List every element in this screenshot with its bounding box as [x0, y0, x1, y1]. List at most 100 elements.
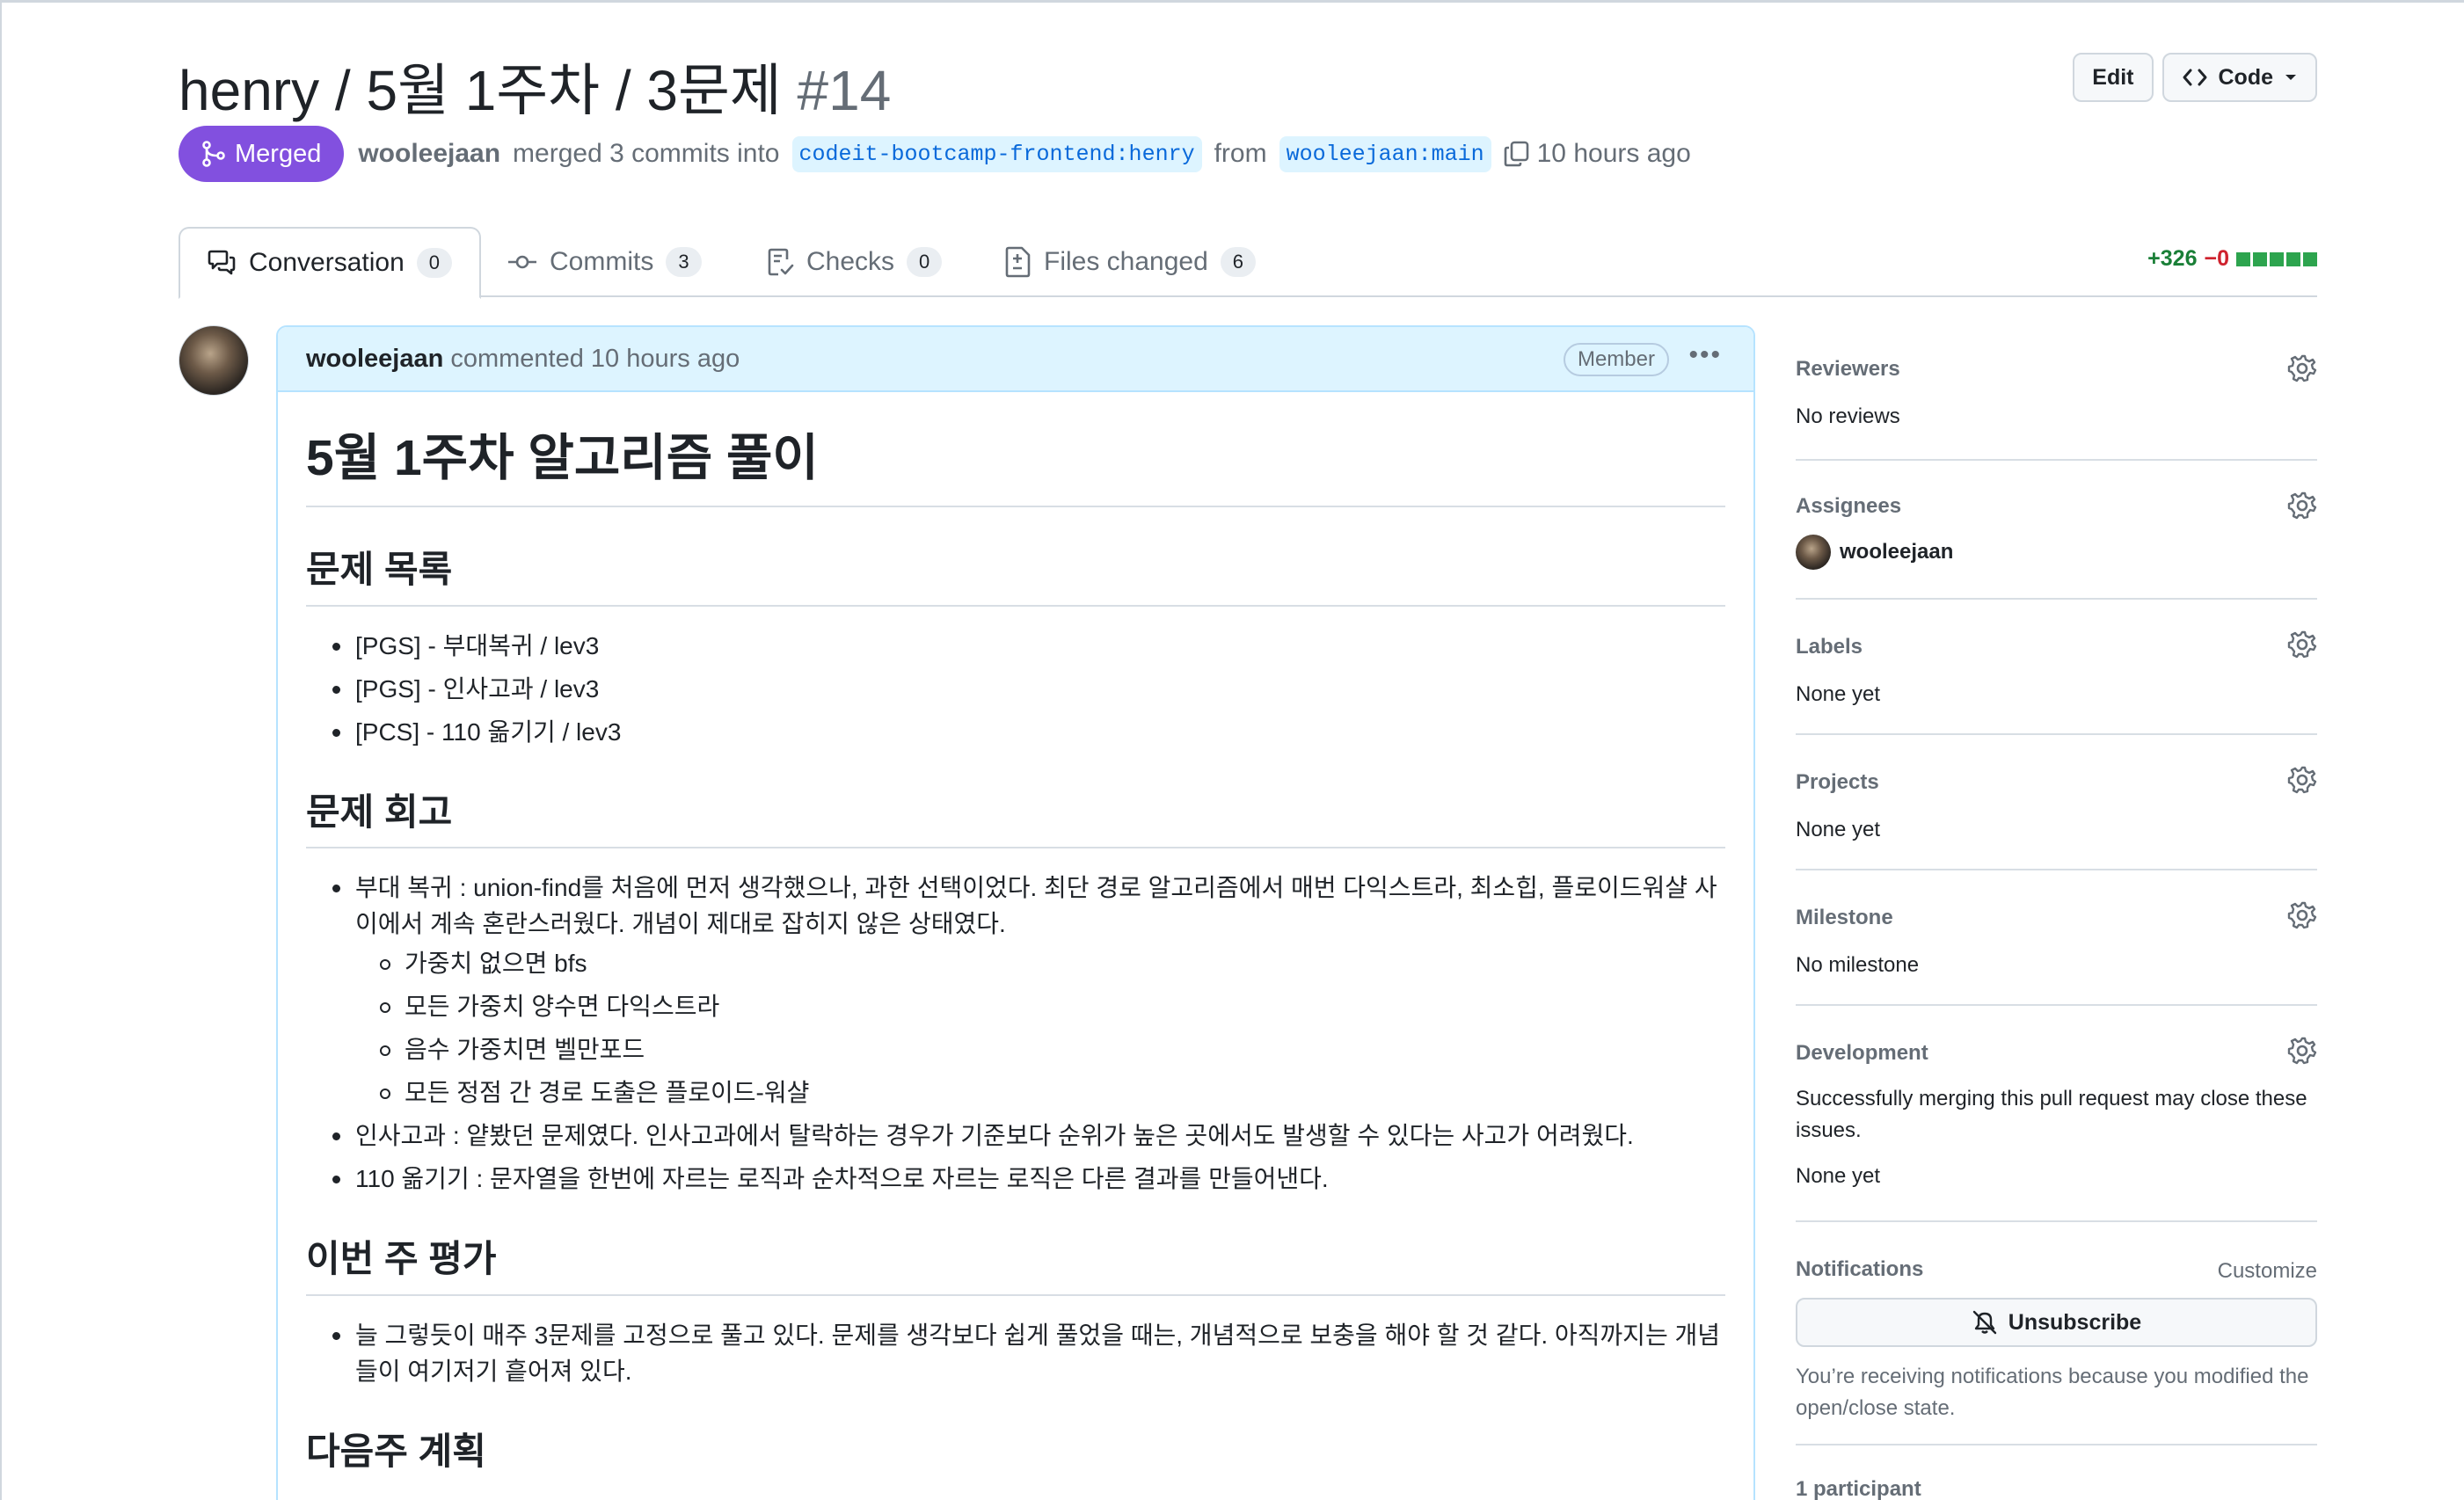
diffstat-blocks [2236, 251, 2317, 266]
tab-count: 0 [416, 248, 453, 278]
sidebar-assignees: Assignees wooleejaan [1796, 461, 2317, 600]
list-item: 인사고과 : 얕봤던 문제였다. 인사고과에서 탈락하는 경우가 기준보다 순위… [306, 1118, 1725, 1154]
diffstat: +326 −0 [2147, 246, 2317, 272]
merge-icon [202, 141, 225, 167]
pr-meta: Merged wooleejaan merged 3 commits into … [179, 126, 1691, 182]
sidebar-value: None yet [1796, 682, 1881, 706]
author-link[interactable]: wooleejaan [358, 139, 500, 169]
sub-list-item: 가중치 없으면 bfs [355, 945, 1725, 981]
sub-list-item: 모든 정점 간 경로 도출은 플로이드-워샬 [355, 1074, 1725, 1110]
gear-icon[interactable] [2287, 1036, 2317, 1066]
tab-count: 0 [907, 247, 943, 277]
sidebar-value: None yet [1796, 1164, 1881, 1188]
evaluation-list: 늘 그렇듯이 매주 3문제를 고정으로 풀고 있다. 문제를 생각보다 쉽게 풀… [306, 1317, 1725, 1389]
status-label: Merged [235, 139, 322, 168]
sidebar-value: None yet [1796, 818, 1881, 841]
sidebar-milestone: Milestone No milestone [1796, 870, 2317, 1006]
tab-conversation[interactable]: Conversation 0 [179, 227, 481, 299]
avatar [1796, 535, 1831, 570]
caret-down-icon [2285, 75, 2296, 80]
retro-list: 부대 복귀 : union-find를 처음에 먼저 생각했으나, 과한 선택이… [306, 870, 1725, 1197]
sidebar-reviewers: Reviewers No reviews [1796, 334, 2317, 461]
tab-label: Commits [550, 247, 654, 276]
sidebar-development: Development Successfully merging this pu… [1796, 1006, 2317, 1222]
sidebar-title: 1 participant [1796, 1477, 1921, 1500]
status-badge: Merged [179, 126, 345, 182]
list-item: [PGS] - 인사고과 / lev3 [306, 671, 1725, 707]
pr-tabs: Conversation 0 Commits 3 Checks 0 Files … [179, 227, 2317, 299]
additions-count: +326 [2147, 246, 2198, 271]
base-branch[interactable]: codeit-bootcamp-frontend:henry [791, 135, 1202, 172]
pr-title: henry / 5월 1주차 / 3문제 [179, 59, 782, 122]
tab-label: Checks [806, 247, 895, 276]
section-heading: 이번 주 평가 [306, 1235, 1725, 1297]
list-item: 늘 그렇듯이 매주 3문제를 고정으로 풀고 있다. 문제를 생각보다 쉽게 풀… [306, 1317, 1725, 1389]
section-heading: 문제 회고 [306, 789, 1725, 849]
sidebar-title[interactable]: Assignees [1796, 494, 2317, 519]
member-badge: Member [1563, 343, 1669, 376]
comment-author[interactable]: wooleejaan [306, 345, 443, 374]
development-note: Successfully merging this pull request m… [1796, 1087, 2307, 1142]
merge-action-text: merged 3 commits into [513, 139, 780, 168]
sub-list-item: 음수 가중치면 벨만포드 [355, 1031, 1725, 1067]
sidebar-value: No reviews [1796, 404, 1900, 428]
unsubscribe-button[interactable]: Unsubscribe [1796, 1298, 2317, 1347]
gear-icon[interactable] [2287, 491, 2317, 521]
comment-header: wooleejaan commented 10 hours ago Member… [278, 327, 1753, 392]
sidebar-title[interactable]: Development [1796, 1041, 2317, 1066]
list-item: 부대 복귀 : union-find를 처음에 먼저 생각했으나, 과한 선택이… [306, 870, 1725, 1110]
comment-body: 5월 1주차 알고리즘 풀이 문제 목록 [PGS] - 부대복귀 / lev3… [278, 392, 1753, 1487]
sidebar-labels: Labels None yet [1796, 600, 2317, 735]
code-label: Code [2218, 64, 2274, 90]
code-icon [2183, 69, 2206, 86]
gear-icon[interactable] [2287, 630, 2317, 659]
pr-number: #14 [797, 59, 892, 122]
checklist-icon [768, 248, 794, 276]
customize-link[interactable]: Customize [2218, 1256, 2317, 1287]
list-item: 110 옮기기 : 문자열을 한번에 자르는 로직과 순차적으로 자르는 로직은… [306, 1161, 1725, 1197]
more-options-icon[interactable]: ••• [1688, 342, 1722, 368]
tab-checks[interactable]: Checks 0 [741, 227, 968, 297]
from-text: from [1214, 139, 1267, 168]
commenter-avatar[interactable] [179, 325, 249, 396]
code-button[interactable]: Code [2161, 53, 2317, 102]
edit-label: Edit [2092, 64, 2134, 90]
assignee-item[interactable]: wooleejaan [1796, 535, 2317, 570]
tab-label: Conversation [249, 248, 405, 277]
tab-label: Files changed [1044, 247, 1208, 276]
gear-icon[interactable] [2287, 353, 2317, 383]
section-heading: 다음주 계획 [306, 1431, 486, 1473]
list-item: [PCS] - 110 옮기기 / lev3 [306, 714, 1725, 750]
sidebar-title[interactable]: Projects [1796, 770, 2317, 795]
section-heading: 문제 목록 [306, 546, 1725, 607]
comment-box: wooleejaan commented 10 hours ago Member… [276, 325, 1755, 1500]
commit-icon [508, 255, 536, 269]
notification-reason: You’re receiving notifications because y… [1796, 1365, 2309, 1420]
problem-list: [PGS] - 부대복귀 / lev3 [PGS] - 인사고과 / lev3 … [306, 628, 1725, 750]
sidebar-participants: 1 participant [1796, 1445, 2317, 1500]
sidebar-title[interactable]: Milestone [1796, 906, 2317, 930]
head-branch[interactable]: wooleejaan:main [1279, 135, 1491, 172]
sidebar-title[interactable]: Labels [1796, 635, 2317, 659]
sub-list: 가중치 없으면 bfs 모든 가중치 양수면 다익스트라 음수 가중치면 벨만포… [355, 945, 1725, 1110]
deletions-count: −0 [2204, 246, 2229, 271]
tab-files-changed[interactable]: Files changed 6 [979, 227, 1282, 297]
bell-slash-icon [1972, 1310, 1996, 1335]
list-item: [PGS] - 부대복귀 / lev3 [306, 628, 1725, 664]
copy-icon[interactable] [1504, 140, 1530, 168]
edit-button[interactable]: Edit [2073, 53, 2154, 102]
sidebar-value: No milestone [1796, 953, 1920, 977]
sidebar-title[interactable]: Reviewers [1796, 357, 2317, 382]
tab-commits[interactable]: Commits 3 [481, 227, 728, 297]
merge-time: 10 hours ago [1536, 139, 1691, 168]
sub-list-item: 모든 가중치 양수면 다익스트라 [355, 988, 1725, 1024]
tab-count: 6 [1220, 247, 1257, 277]
window-top-border [0, 0, 2464, 3]
gear-icon[interactable] [2287, 765, 2317, 795]
tab-count: 3 [666, 247, 702, 277]
gear-icon[interactable] [2287, 900, 2317, 930]
comment-timestamp: commented 10 hours ago [450, 344, 740, 373]
list-item-text: 부대 복귀 : union-find를 처음에 먼저 생각했으나, 과한 선택이… [355, 874, 1717, 938]
assignee-name: wooleejaan [1840, 540, 1954, 564]
file-diff-icon [1005, 246, 1031, 278]
